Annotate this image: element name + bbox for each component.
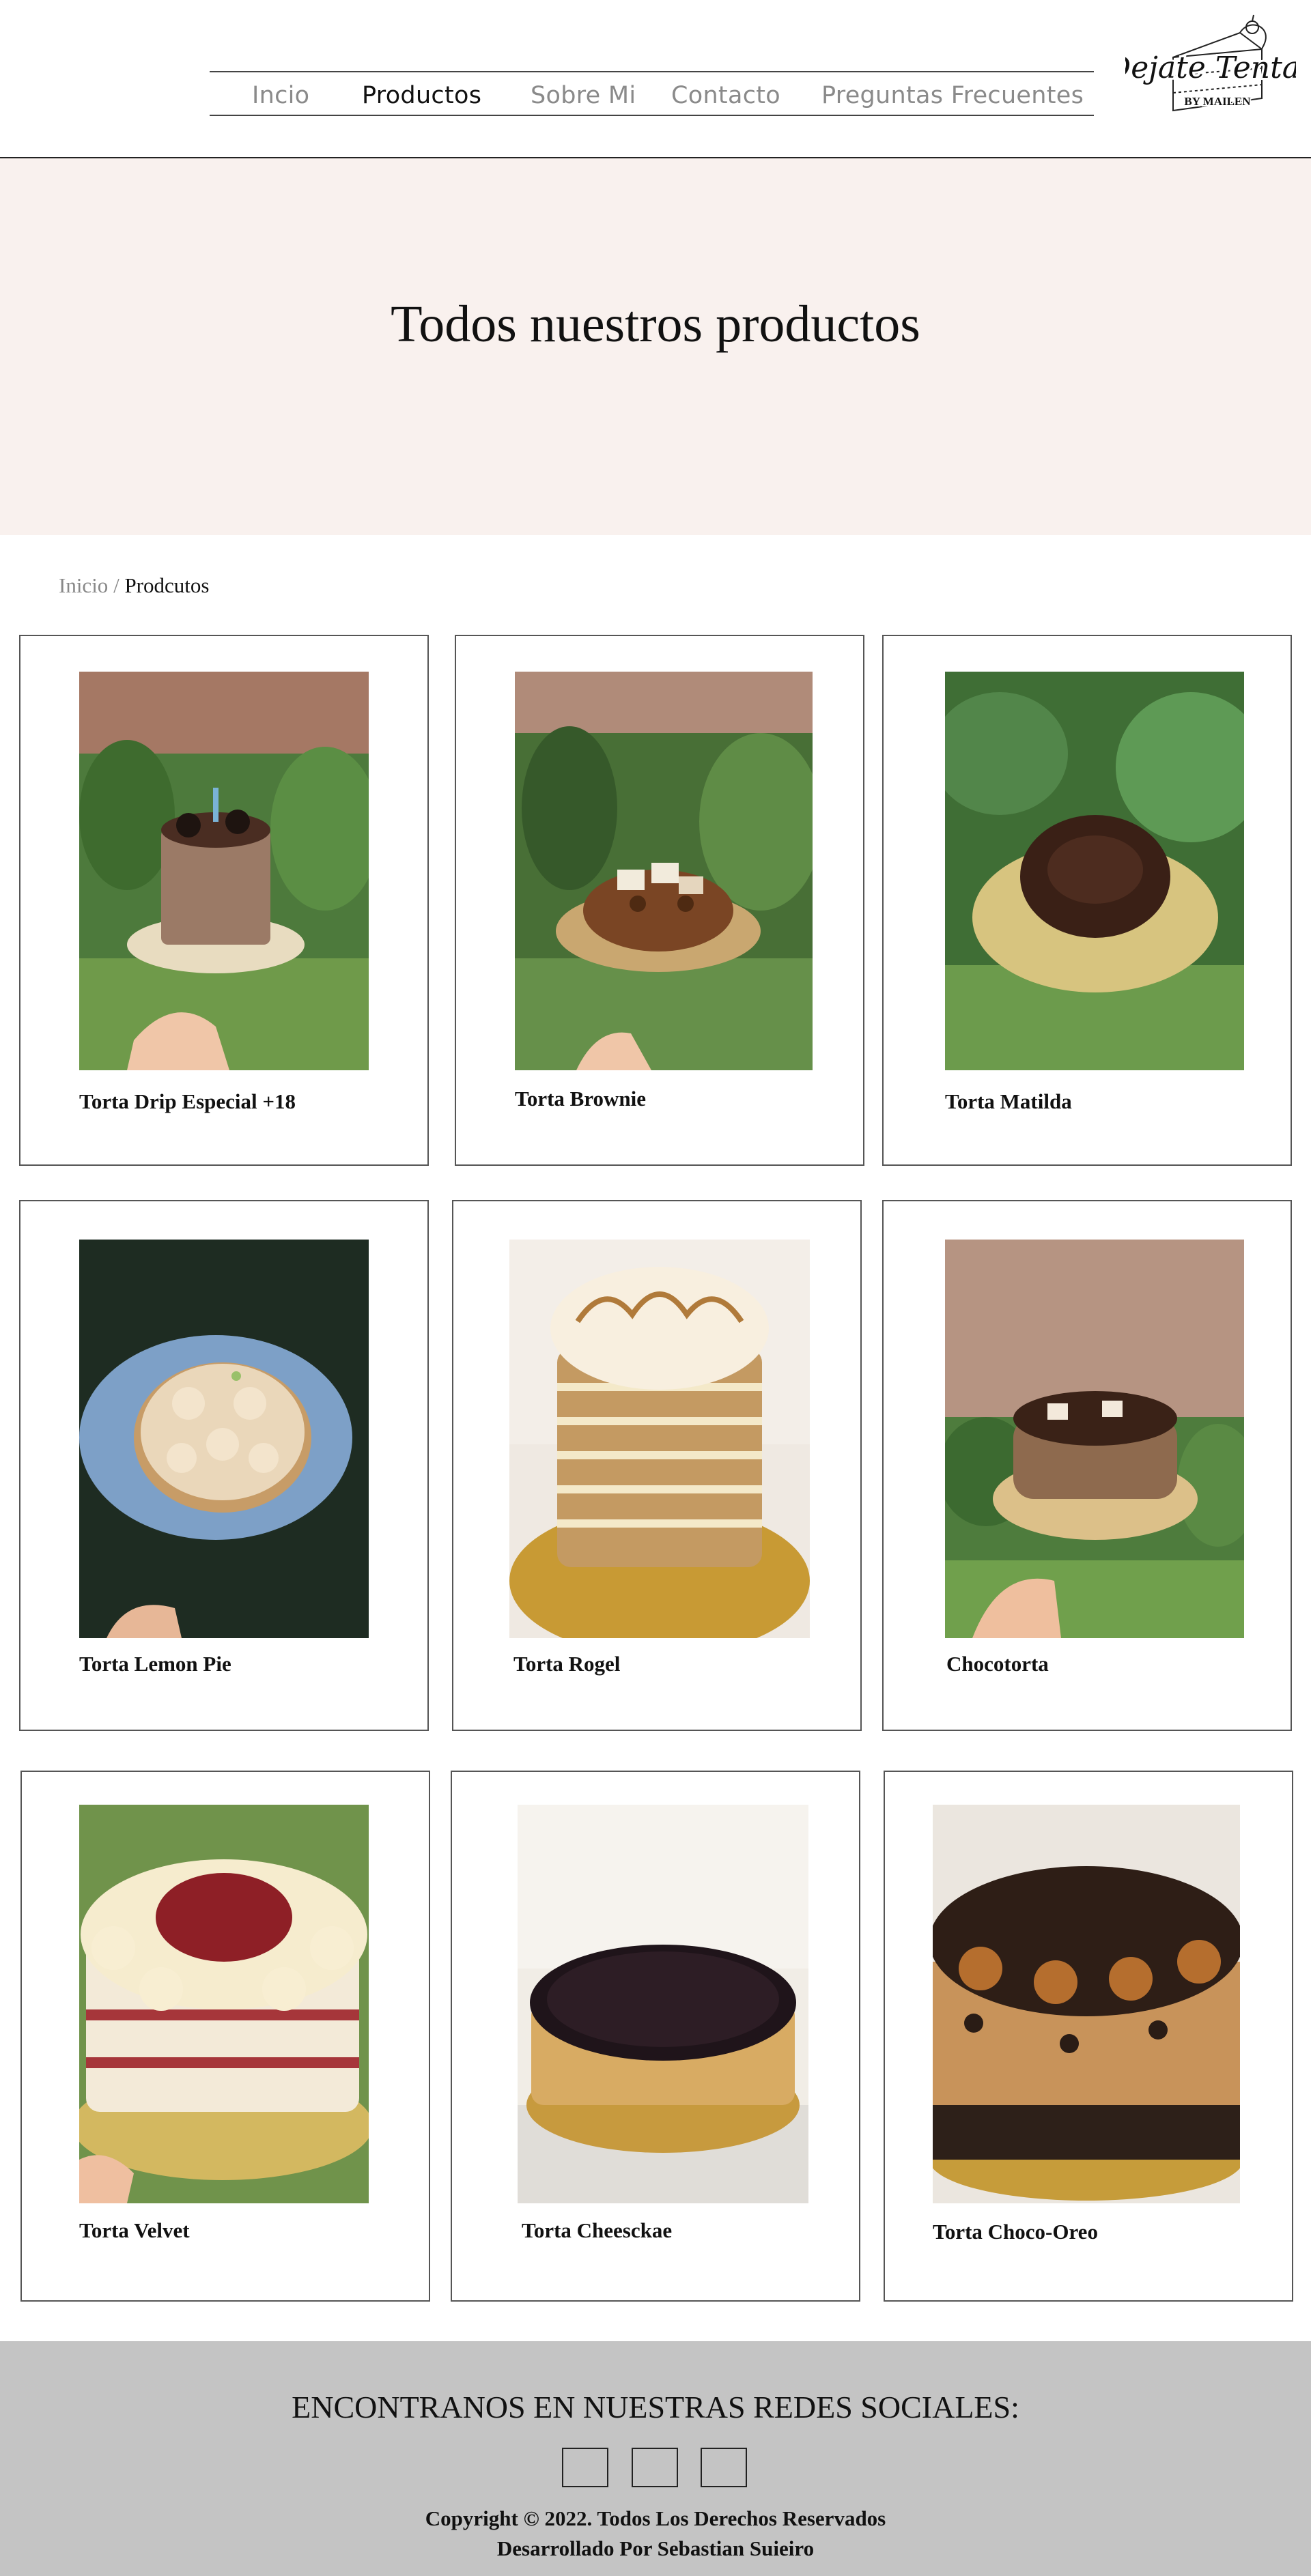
social-icon[interactable] (632, 2448, 678, 2487)
product-photo (945, 1240, 1244, 1638)
product-name: Torta Choco-Oreo (933, 2220, 1098, 2244)
product-card[interactable]: Torta Brownie (455, 635, 864, 1166)
product-card[interactable]: Torta Rogel (452, 1200, 862, 1731)
logo-subtitle: BY MAILEN (1184, 95, 1251, 108)
nav-item-sobre-mi[interactable]: Sobre Mi (531, 82, 636, 109)
site-footer: ENCONTRANOS EN NUESTRAS REDES SOCIALES: … (0, 2341, 1311, 2576)
product-name: Torta Velvet (79, 2218, 190, 2242)
product-name: Torta Matilda (945, 1089, 1072, 1113)
product-photo (945, 672, 1244, 1070)
main-nav: Incio Productos Sobre Mi Contacto Pregun… (210, 71, 1094, 116)
product-photo (933, 1805, 1240, 2203)
footer-heading: ENCONTRANOS EN NUESTRAS REDES SOCIALES: (292, 2390, 1019, 2424)
product-card[interactable]: Torta Velvet (20, 1771, 430, 2302)
product-photo (79, 1240, 369, 1638)
breadcrumb-separator: / (108, 573, 125, 597)
product-photo (515, 672, 813, 1070)
product-name: Torta Drip Especial +18 (79, 1089, 296, 1113)
logo-title: Dejate Tentar (1125, 51, 1296, 85)
product-photo (79, 1805, 369, 2203)
product-card[interactable]: Torta Cheesckae (451, 1771, 860, 2302)
breadcrumb-current: Prodcutos (124, 573, 210, 597)
developer-credit: Desarrollado Por Sebastian Suieiro (496, 2536, 815, 2560)
product-card[interactable]: Torta Drip Especial +18 (19, 635, 429, 1166)
nav-item-productos[interactable]: Productos (362, 82, 481, 109)
product-photo (509, 1240, 810, 1638)
page-title: Todos nuestros productos (391, 296, 920, 353)
cake-slice-icon: Dejate Tentar BY MAILEN (1104, 14, 1311, 112)
breadcrumb: Inicio / Prodcutos (59, 573, 209, 598)
product-card[interactable]: Torta Choco-Oreo (884, 1771, 1293, 2302)
copyright-text: Copyright © 2022. Todos Los Derechos Res… (425, 2506, 886, 2530)
site-logo[interactable]: Dejate Tentar BY MAILEN (1104, 10, 1311, 119)
social-icon[interactable] (562, 2448, 608, 2487)
product-name: Torta Cheesckae (522, 2218, 673, 2242)
product-photo (79, 672, 369, 1070)
product-name: Torta Lemon Pie (79, 1652, 231, 1676)
hero-banner: Todos nuestros productos (0, 158, 1311, 535)
product-photo (518, 1805, 808, 2203)
site-header: Incio Productos Sobre Mi Contacto Pregun… (0, 0, 1311, 158)
product-name: Chocotorta (946, 1652, 1049, 1676)
product-name: Torta Brownie (515, 1087, 647, 1111)
product-card[interactable]: Chocotorta (882, 1200, 1292, 1731)
nav-item-contacto[interactable]: Contacto (671, 82, 780, 109)
product-name: Torta Rogel (513, 1652, 621, 1676)
product-card[interactable]: Torta Lemon Pie (19, 1200, 429, 1731)
social-icon[interactable] (701, 2448, 747, 2487)
nav-item-inicio[interactable]: Incio (252, 82, 309, 109)
nav-item-preguntas-frecuentes[interactable]: Preguntas Frecuentes (821, 82, 1084, 109)
product-card[interactable]: Torta Matilda (882, 635, 1292, 1166)
breadcrumb-home-link[interactable]: Inicio (59, 573, 108, 597)
